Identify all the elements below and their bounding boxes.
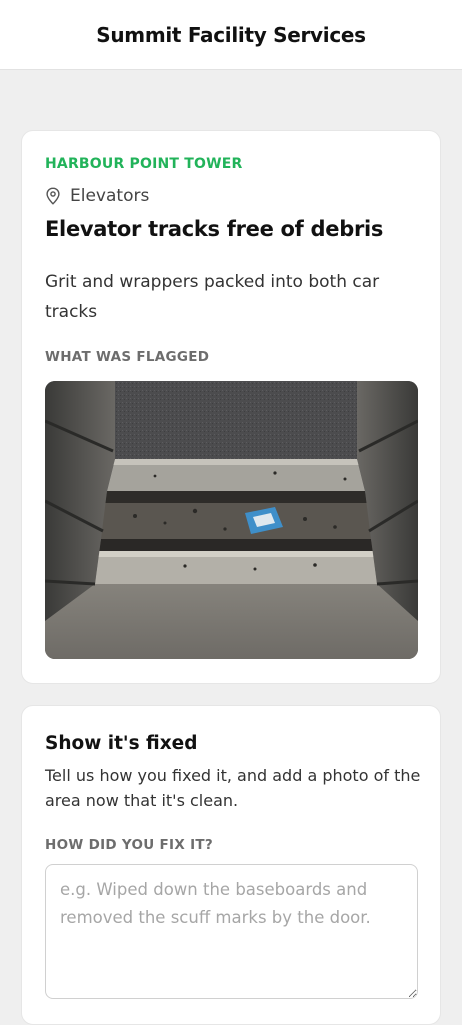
location-row: Elevators [45,186,149,206]
app-header: Summit Facility Services [0,0,462,70]
issue-description: Grit and wrappers packed into both car t… [45,272,380,322]
fix-method-label: HOW DID YOU FIX IT? [45,837,214,853]
fix-form-card: Show it's fixed Tell us how you fixed it… [21,705,441,1025]
location-label: Elevators [70,186,150,206]
fix-method-textarea[interactable] [45,864,418,999]
fix-description: Tell us how you fixed it, and add a phot… [45,766,421,810]
flagged-photo[interactable] [45,381,418,659]
flagged-issue-card: HARBOUR POINT TOWER Elevators Elevator t… [21,130,441,684]
issue-title: Elevator tracks free of debris [45,217,384,241]
site-name: HARBOUR POINT TOWER [45,156,243,172]
app-title: Summit Facility Services [96,22,366,47]
fix-title: Show it's fixed [45,733,198,754]
location-pin-icon [45,187,61,205]
flagged-section-label: WHAT WAS FLAGGED [45,349,210,365]
